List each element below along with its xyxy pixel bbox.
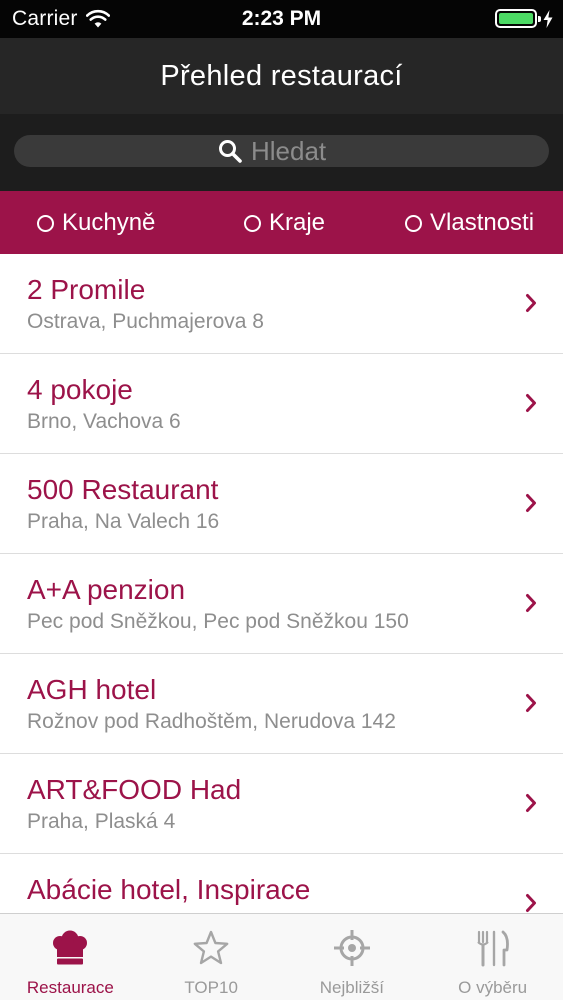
star-icon [193,930,229,965]
list-item[interactable]: 2 Promile Ostrava, Puchmajerova 8 [0,254,563,354]
filter-label: Kraje [269,209,326,236]
restaurant-name: ART&FOOD Had [27,774,242,805]
chevron-right-icon [526,694,536,712]
chevron-right-icon [526,594,536,612]
search-input[interactable] [251,135,346,167]
cutlery-icon [476,930,509,967]
charging-bolt-icon [543,9,553,28]
tab-label: Nejbližší [319,978,384,997]
restaurant-name: 2 Promile [27,274,146,305]
list-item[interactable]: ART&FOOD Had Praha, Plaská 4 [0,754,563,854]
restaurant-address: Rožnov pod Radhoštěm, Nerudova 142 [27,710,396,733]
chevron-right-icon [526,394,536,412]
filter-label: Vlastnosti [430,209,535,236]
restaurant-name: 500 Restaurant [27,474,219,505]
restaurant-name: A+A penzion [27,574,186,605]
battery-tip [538,16,541,22]
radio-circle-icon [37,214,54,232]
filter-label: Kuchyně [62,209,156,236]
search-field[interactable] [14,135,549,167]
tab-label: O výběru [458,978,528,997]
restaurant-address: Pec pod Sněžkou, Pec pod Sněžkou 150 [27,610,409,633]
tab-nejblizsi[interactable]: Nejbližší [282,914,423,1000]
crosshair-icon [333,930,370,966]
status-time: 2:23 PM [241,7,322,30]
chevron-right-icon [526,294,536,312]
filter-vlastnosti[interactable]: Vlastnosti [405,209,534,237]
restaurant-name: AGH hotel [27,674,157,705]
navigation-bar: Přehled restaurací [0,38,563,114]
radio-circle-icon [405,214,422,232]
restaurant-list[interactable]: 2 Promile Ostrava, Puchmajerova 8 4 poko… [0,254,563,913]
list-item[interactable]: AGH hotel Rožnov pod Radhoštěm, Nerudova… [0,654,563,754]
filter-bar: Kuchyně Kraje Vlastnosti [0,191,563,254]
status-bar: Carrier 2:23 PM [0,0,563,38]
tab-label: TOP10 [184,978,238,997]
battery-icon [495,9,541,28]
tab-top10[interactable]: TOP10 [141,914,282,1000]
restaurant-name: Abácie hotel, Inspirace [27,874,311,905]
tab-o-vyberu[interactable]: O výběru [422,914,563,1000]
tab-label: Restaurace [26,978,114,997]
tab-restaurace[interactable]: Restaurace [0,914,141,1000]
battery-level-fill [499,13,533,24]
chevron-right-icon [526,794,536,812]
restaurant-address: Ostrava, Puchmajerova 8 [27,310,264,333]
filter-kraje[interactable]: Kraje [244,209,325,237]
battery-indicator [495,9,553,28]
search-icon [219,140,242,163]
filter-kuchyne[interactable]: Kuchyně [37,209,155,237]
page-title: Přehled restaurací [160,59,403,92]
restaurant-name: 4 pokoje [27,374,133,405]
list-item[interactable]: A+A penzion Pec pod Sněžkou, Pec pod Sně… [0,554,563,654]
tab-bar: Restaurace TOP10 Nejbližší O výběru [0,913,563,1000]
restaurant-address: Praha, Na Valech 16 [27,510,220,533]
list-item[interactable]: 4 pokoje Brno, Vachova 6 [0,354,563,454]
radio-circle-icon [244,214,261,232]
restaurant-address: Brno, Vachova 6 [27,410,181,433]
search-bar [0,114,563,191]
list-item[interactable]: Abácie hotel, Inspirace [0,854,563,913]
list-item[interactable]: 500 Restaurant Praha, Na Valech 16 [0,454,563,554]
restaurant-address: Praha, Plaská 4 [27,810,176,833]
chevron-right-icon [526,894,536,912]
chef-hat-icon [53,930,88,965]
chevron-right-icon [526,494,536,512]
